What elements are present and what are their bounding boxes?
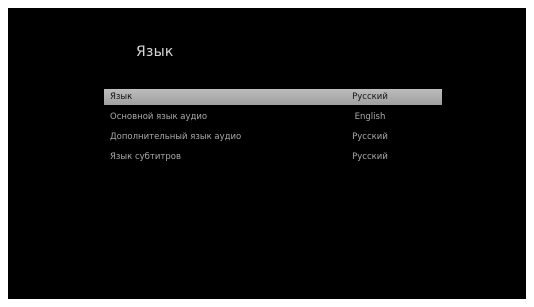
- menu-item-subtitles[interactable]: Язык субтитров Русский: [104, 149, 442, 165]
- page-title: Язык: [136, 44, 174, 60]
- tv-screen: Язык Язык Русский Основной язык аудио En…: [8, 8, 526, 299]
- menu-item-primary-audio[interactable]: Основной язык аудио English: [104, 109, 442, 125]
- menu-item-label: Язык субтитров: [110, 152, 181, 162]
- menu-item-label: Основной язык аудио: [110, 112, 208, 122]
- menu-item-value: English: [354, 112, 386, 122]
- menu-item-label: Язык: [110, 92, 133, 102]
- settings-menu: Язык Русский Основной язык аудио English…: [104, 89, 442, 169]
- menu-item-value: Русский: [352, 132, 388, 142]
- menu-item-label: Дополнительный язык аудио: [110, 132, 242, 142]
- menu-item-value: Русский: [352, 152, 388, 162]
- menu-item-value: Русский: [352, 92, 388, 102]
- menu-item-secondary-audio[interactable]: Дополнительный язык аудио Русский: [104, 129, 442, 145]
- menu-item-language[interactable]: Язык Русский: [104, 89, 442, 105]
